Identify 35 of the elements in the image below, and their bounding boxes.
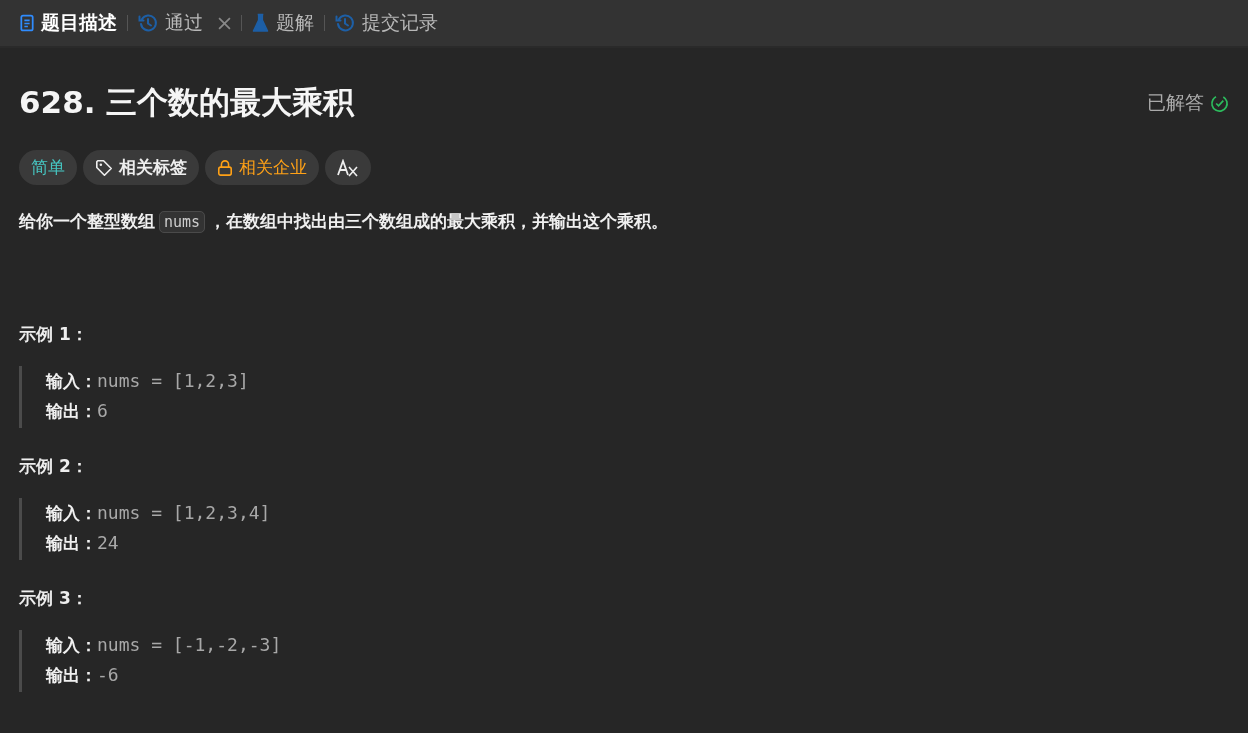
output-value: -6 <box>97 664 119 685</box>
tab[interactable]: 题目描述 <box>41 10 117 36</box>
input-value: nums = [1,2,3,4] <box>97 502 271 523</box>
problem-title: 628. 三个数的最大乘积 <box>19 83 355 122</box>
tag-icon <box>95 158 113 177</box>
output-value: 24 <box>97 532 119 553</box>
tab[interactable]: 通过 <box>165 10 203 36</box>
tab[interactable]: 提交记录 <box>362 10 438 36</box>
document-icon <box>20 14 34 32</box>
companies-tag-button[interactable]: 相关企业 <box>205 150 319 185</box>
example-heading: 示例 1： <box>19 323 89 346</box>
example-heading: 示例 3： <box>19 587 89 610</box>
output-label: 输出： <box>46 665 97 685</box>
history-icon <box>138 13 158 33</box>
problem-description: 给你一个整型数组 nums ，在数组中找出由三个数组成的最大乘积，并输出这个乘积。 <box>19 210 670 235</box>
output-label: 输出： <box>46 533 97 553</box>
input-label: 输入： <box>46 503 97 523</box>
history-icon <box>335 13 355 33</box>
translate-button[interactable] <box>325 150 371 185</box>
solved-status: 已解答 <box>1147 90 1204 115</box>
input-value: nums = [-1,-2,-3] <box>97 634 282 655</box>
input-label: 输入： <box>46 635 97 655</box>
topics-tag-button[interactable]: 相关标签 <box>83 150 199 185</box>
tab[interactable]: 题解 <box>276 10 314 36</box>
example-heading: 示例 2： <box>19 455 89 478</box>
translate-icon <box>337 158 359 177</box>
input-label: 输入： <box>46 371 97 391</box>
check-circle-icon <box>1210 93 1229 113</box>
flask-icon <box>252 13 269 33</box>
close-icon[interactable] <box>218 16 231 30</box>
output-value: 6 <box>97 400 108 421</box>
difficulty-tag[interactable]: 简单 <box>19 150 77 185</box>
input-value: nums = [1,2,3] <box>97 370 249 391</box>
output-label: 输出： <box>46 401 97 421</box>
lock-icon <box>217 158 233 177</box>
